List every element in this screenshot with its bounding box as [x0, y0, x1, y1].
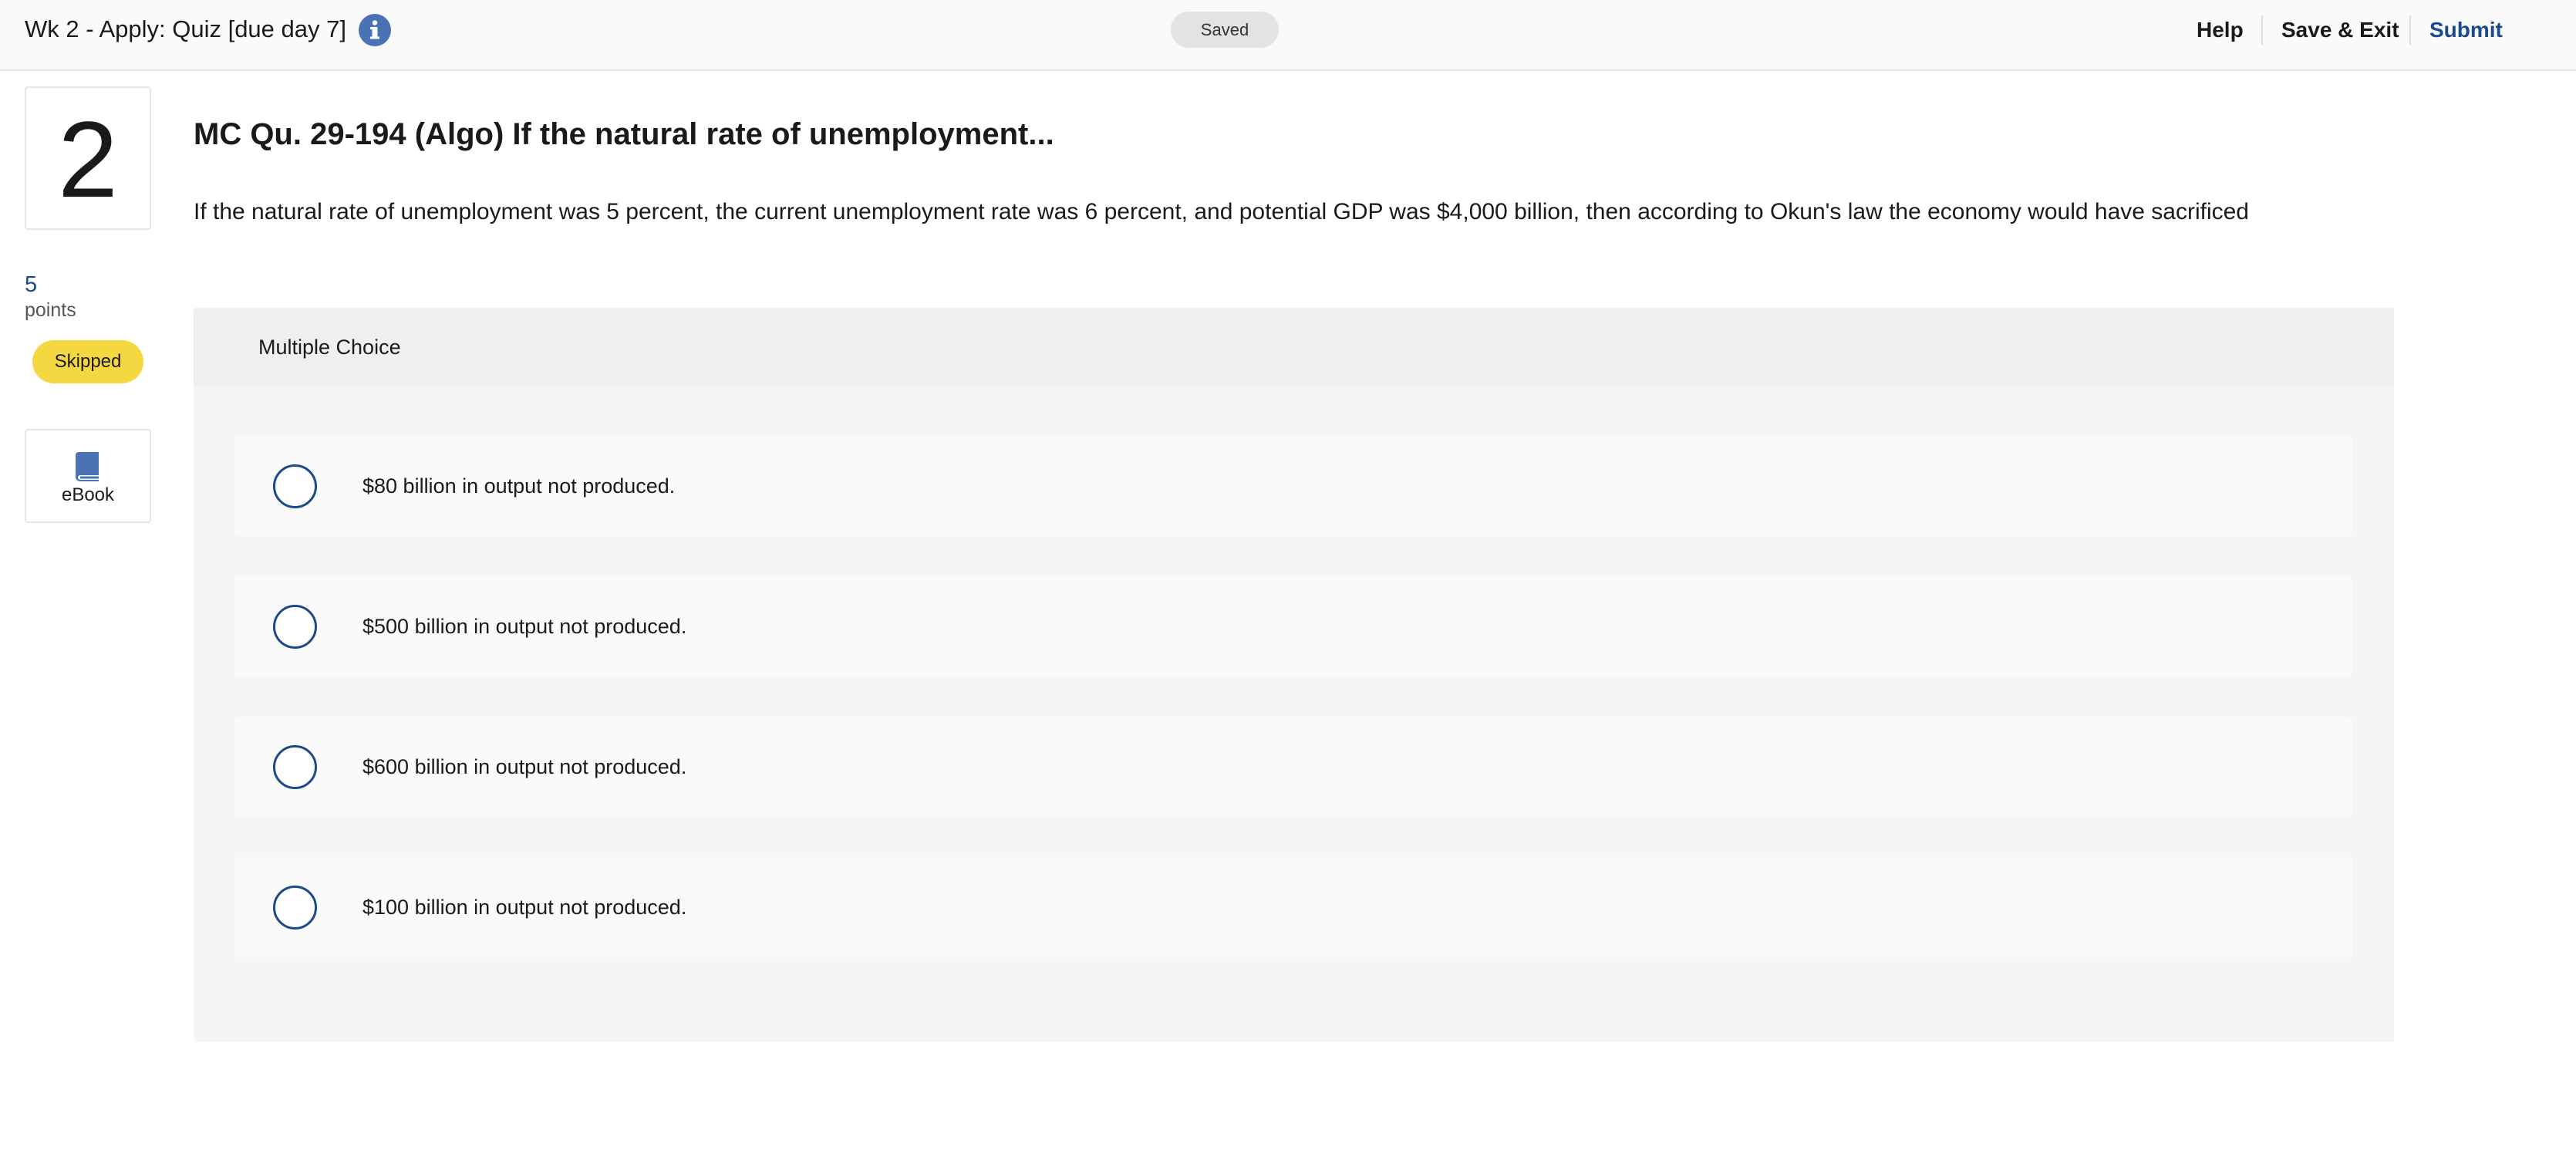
answer-choice-label: $80 billion in output not produced.	[362, 474, 676, 498]
book-icon	[74, 450, 102, 481]
answer-choice[interactable]: $500 billion in output not produced.	[234, 576, 2352, 677]
question-type-label: Multiple Choice	[258, 336, 401, 359]
question-number: 2	[25, 86, 151, 230]
answer-choice[interactable]: $100 billion in output not produced.	[234, 857, 2352, 957]
answer-choice-label: $500 billion in output not produced.	[362, 615, 687, 638]
radio-button[interactable]	[273, 745, 317, 789]
top-bar: Wk 2 - Apply: Quiz [due day 7] Saved Hel…	[0, 0, 2576, 71]
saved-status-pill: Saved	[1171, 12, 1279, 48]
help-button[interactable]: Help	[2197, 14, 2244, 46]
info-icon[interactable]	[359, 14, 391, 46]
answer-panel: Multiple Choice $80 billion in output no…	[194, 308, 2394, 1042]
ebook-button[interactable]: eBook	[25, 429, 151, 523]
points-value: 5	[25, 272, 38, 297]
radio-button[interactable]	[273, 464, 317, 508]
answer-choice[interactable]: $80 billion in output not produced.	[234, 436, 2352, 536]
points-label: points	[25, 299, 76, 321]
save-exit-button[interactable]: Save & Exit	[2281, 14, 2399, 46]
header-divider	[2261, 15, 2263, 45]
answer-panel-header: Multiple Choice	[194, 308, 2394, 386]
question-text: If the natural rate of unemployment was …	[194, 199, 2249, 224]
status-badge: Skipped	[32, 340, 143, 383]
submit-button[interactable]: Submit	[2429, 14, 2503, 46]
question-title: MC Qu. 29-194 (Algo) If the natural rate…	[194, 117, 1054, 151]
answer-choice-label: $600 billion in output not produced.	[362, 755, 687, 778]
ebook-label: eBook	[61, 484, 115, 505]
radio-button[interactable]	[273, 605, 317, 649]
radio-button[interactable]	[273, 886, 317, 930]
answer-choice-label: $100 billion in output not produced.	[362, 896, 687, 919]
header-divider	[2409, 15, 2411, 45]
answer-choice[interactable]: $600 billion in output not produced.	[234, 717, 2352, 817]
assignment-title: Wk 2 - Apply: Quiz [due day 7]	[25, 15, 346, 42]
